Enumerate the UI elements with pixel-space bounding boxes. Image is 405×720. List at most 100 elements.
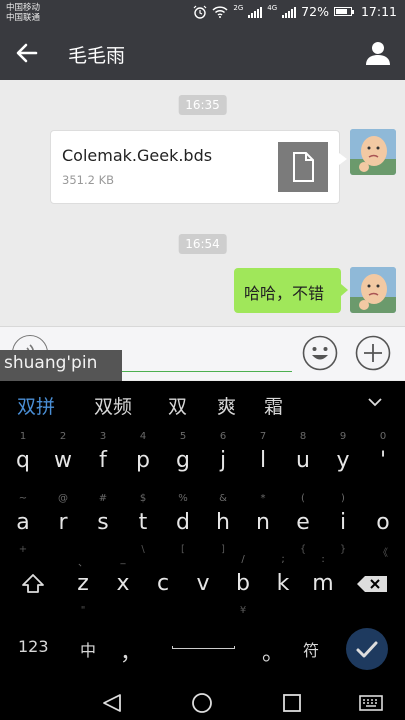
key-secondary-label: # <box>98 493 108 504</box>
key-secondary-label: 4 <box>139 431 147 442</box>
text-input[interactable] <box>120 371 292 372</box>
key-secondary-label: 、 <box>78 558 88 569</box>
key-n[interactable]: * n <box>243 493 283 535</box>
shift-icon[interactable] <box>20 573 46 595</box>
symbols-key[interactable]: 符 <box>303 637 319 661</box>
key-secondary-label: ( <box>301 493 305 504</box>
key-x[interactable]: _ x <box>103 554 143 596</box>
key-m[interactable]: :m <box>303 554 343 596</box>
plus-icon[interactable] <box>355 335 391 371</box>
chevron-down-icon[interactable] <box>367 395 383 409</box>
key-p[interactable]: 4p <box>123 431 163 473</box>
key-a[interactable]: ~ a + <box>3 493 43 555</box>
key-label: o <box>376 510 390 535</box>
emoji-icon[interactable] <box>302 335 338 371</box>
candidate-item[interactable]: 爽 <box>217 392 236 419</box>
key-v[interactable]: v <box>183 571 223 596</box>
alarm-icon <box>193 5 207 19</box>
enter-button[interactable] <box>346 628 388 670</box>
key-label: x <box>116 571 130 596</box>
key-label: t <box>138 510 148 535</box>
avatar[interactable] <box>350 267 396 313</box>
key-label: c <box>156 571 170 596</box>
message-bubble[interactable]: 哈哈，不错 <box>234 268 348 313</box>
key-label: y <box>336 448 350 473</box>
back-arrow-icon[interactable] <box>14 40 40 66</box>
space-key[interactable] <box>172 646 235 649</box>
avatar[interactable] <box>350 129 396 175</box>
file-name: Colemak.Geek.bds <box>62 146 213 165</box>
key-secondary-label: 7 <box>259 431 267 442</box>
nav-home-icon[interactable] <box>190 691 214 715</box>
keyboard: 双拼 双频 双 爽 霜 1 q 2 w 3 f 4 p 5 g 6 j 7 l 8 u 9 y 0 ' ~ a + @ r # s… <box>0 381 405 686</box>
candidate-item[interactable]: 双 <box>168 392 187 419</box>
key-t[interactable]: $ t \ <box>123 493 163 555</box>
key-secondary-label: 5 <box>179 431 187 442</box>
timestamp: 16:35 <box>178 95 227 115</box>
candidate-item[interactable]: 霜 <box>264 392 283 419</box>
battery-percent: 72% <box>301 4 329 19</box>
key-f[interactable]: 3f <box>83 431 123 473</box>
numbers-key[interactable]: 123 <box>18 637 49 656</box>
key-secondary-label: / <box>241 554 245 565</box>
carrier-info: 中国移动 中国联通 <box>6 3 40 23</box>
key-label: z <box>77 571 89 596</box>
comma-key[interactable]: ， <box>120 635 142 667</box>
title-bar: 毛毛雨 <box>0 26 405 80</box>
key-o[interactable]: o 《 <box>363 510 403 559</box>
key-d[interactable]: % d [ <box>163 493 203 555</box>
key-z[interactable]: 、 z " <box>63 558 103 616</box>
key-label: k <box>276 571 290 596</box>
key-label: i <box>339 510 347 535</box>
key-label: s <box>97 510 109 535</box>
key-y[interactable]: 9y <box>323 431 363 473</box>
key-u[interactable]: 8u <box>283 431 323 473</box>
key-label: g <box>176 448 190 473</box>
candidate-item[interactable]: 双频 <box>94 392 132 419</box>
key-label: v <box>196 571 210 596</box>
key-tertiary-label: + <box>18 544 28 555</box>
key-i[interactable]: ) i} <box>323 493 363 555</box>
backspace-icon[interactable] <box>356 575 388 593</box>
key-label: f <box>99 448 107 473</box>
key-j[interactable]: 6j <box>203 431 243 473</box>
key-e[interactable]: (e{ <box>283 493 323 555</box>
file-icon <box>278 142 328 192</box>
profile-icon[interactable] <box>365 40 391 66</box>
key-secondary-label: 0 <box>379 431 387 442</box>
key-w[interactable]: 2w <box>43 431 83 473</box>
carrier-2: 中国联通 <box>6 13 41 23</box>
key-q[interactable]: 1q <box>3 431 43 473</box>
key-c[interactable]: c <box>143 571 183 596</box>
key-k[interactable]: ; k <box>263 554 303 596</box>
keyboard-icon[interactable] <box>358 691 384 715</box>
carrier-1: 中国移动 <box>6 3 41 13</box>
key-r[interactable]: @ r <box>43 493 83 535</box>
key-secondary-label: * <box>260 493 266 504</box>
key-label: b <box>236 571 250 596</box>
network-type-1: 2G <box>233 3 244 12</box>
key-label: e <box>296 510 310 535</box>
candidate-bar: 双拼 双频 双 爽 霜 <box>0 381 405 427</box>
key-s[interactable]: # s <box>83 493 123 535</box>
key-h[interactable]: & h] <box>203 493 243 555</box>
nav-recents-icon[interactable] <box>280 691 304 715</box>
key-secondary-label: 8 <box>299 431 307 442</box>
key-l[interactable]: 7l <box>243 431 283 473</box>
key-secondary-label: ) <box>341 493 345 504</box>
key-label: n <box>256 510 270 535</box>
nav-back-icon[interactable] <box>100 691 124 715</box>
key-tertiary-label: [ <box>181 544 185 555</box>
file-message[interactable]: Colemak.Geek.bds 351.2 KB <box>50 130 347 204</box>
key-secondary-label: 3 <box>99 431 107 442</box>
candidate-item[interactable]: 双拼 <box>17 392 55 419</box>
period-key[interactable]: 。 <box>262 635 284 667</box>
chat-area[interactable]: 16:35 Colemak.Geek.bds 351.2 KB 16:54 哈哈… <box>0 80 405 326</box>
language-key[interactable]: 中 <box>80 637 96 661</box>
wifi-icon <box>212 5 228 18</box>
key-label: j <box>219 448 227 473</box>
key-apostrophe[interactable]: 0 ' <box>363 431 403 473</box>
navigation-bar <box>0 686 405 720</box>
key-b[interactable]: / b ¥ <box>223 554 263 616</box>
key-g[interactable]: 5g <box>163 431 203 473</box>
